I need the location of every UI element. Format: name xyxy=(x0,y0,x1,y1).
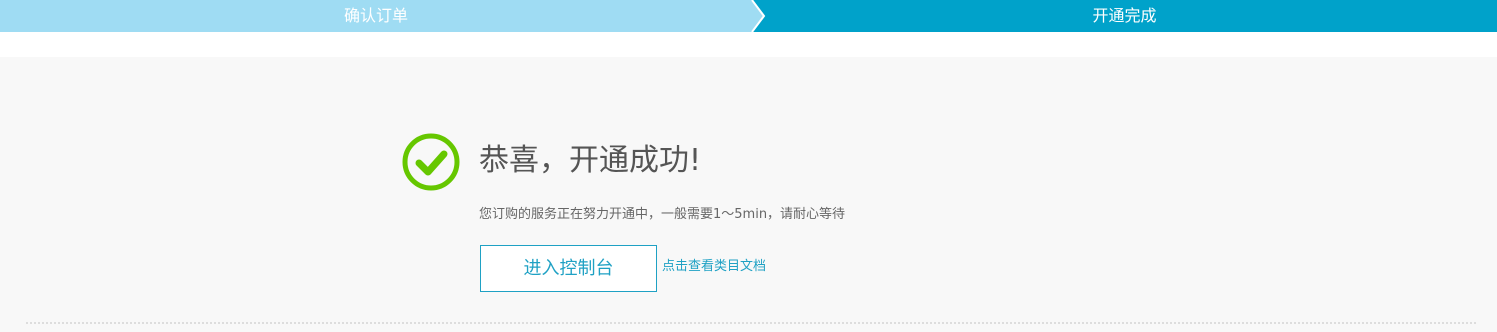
progress-steps: 确认订单 开通完成 xyxy=(0,0,1497,32)
check-circle-icon xyxy=(402,133,460,191)
success-title: 恭喜，开通成功! xyxy=(479,143,702,178)
success-description: 您订购的服务正在努力开通中，一般需要1～5min，请耐心等待 xyxy=(479,207,846,222)
step-confirm-order: 确认订单 xyxy=(343,6,408,25)
result-panel: 恭喜，开通成功! 您订购的服务正在努力开通中，一般需要1～5min，请耐心等待 … xyxy=(0,57,1497,332)
step-activation-complete: 开通完成 xyxy=(1092,6,1157,25)
view-category-docs-link[interactable]: 点击查看类目文档 xyxy=(662,257,766,277)
divider xyxy=(26,322,1476,324)
enter-console-button[interactable]: 进入控制台 xyxy=(480,245,657,292)
